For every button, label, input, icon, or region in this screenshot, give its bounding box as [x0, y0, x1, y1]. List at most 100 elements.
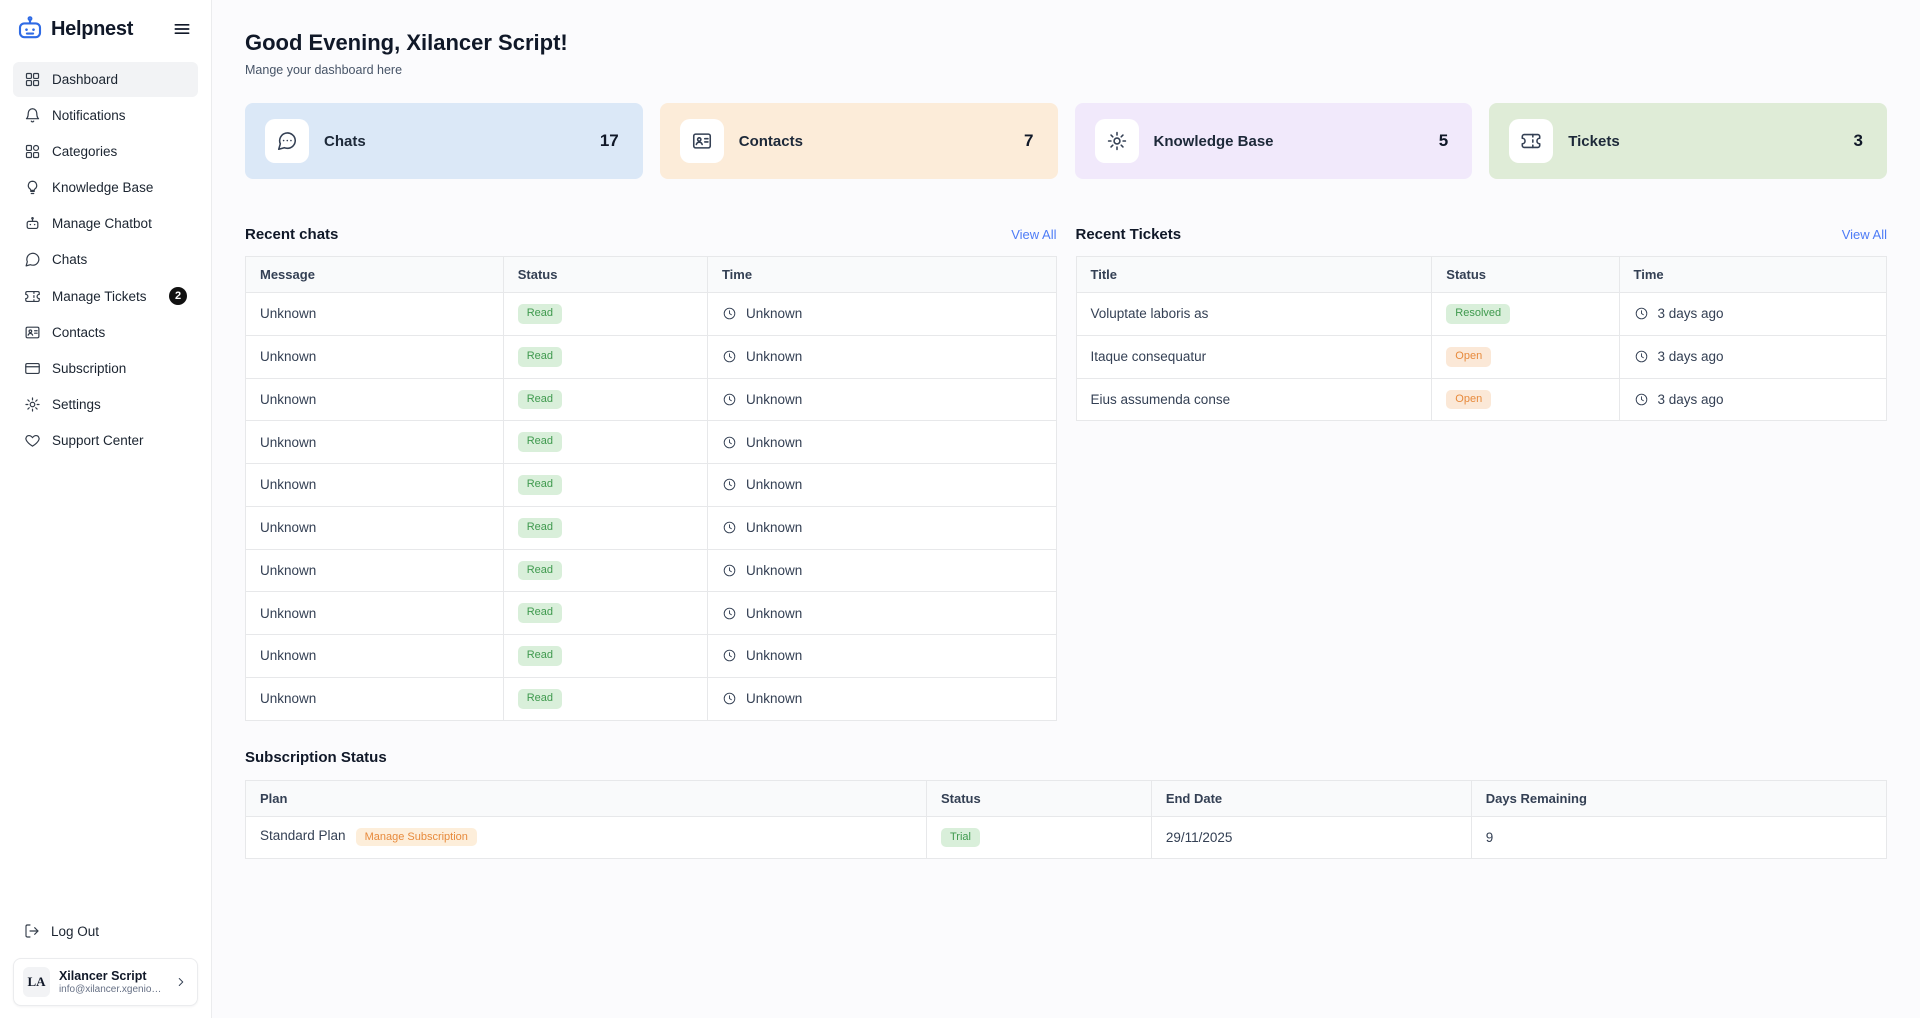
recent-chats-view-all-link[interactable]: View All — [1011, 227, 1056, 242]
chat-status-badge: Read — [517, 517, 563, 538]
chat-time: Unknown — [745, 434, 803, 450]
logo-text: Helpnest — [51, 17, 134, 40]
chat-row[interactable]: Unknown Read Unknown — [245, 463, 1057, 507]
chat-row[interactable]: Unknown Read Unknown — [245, 377, 1057, 422]
plan-status-badge: Trial — [941, 827, 980, 848]
sidebar-item-label: Knowledge Base — [52, 180, 154, 195]
clock-icon — [722, 563, 737, 578]
sidebar-item-label: Support Center — [52, 433, 144, 448]
clock-icon — [1634, 349, 1649, 364]
chat-time: Unknown — [745, 520, 803, 536]
clock-icon — [722, 349, 737, 364]
sidebar-item-chats[interactable]: Chats — [13, 242, 198, 277]
chat-row[interactable]: Unknown Read Unknown — [245, 591, 1057, 635]
sidebar-item-settings[interactable]: Settings — [13, 387, 198, 422]
chat-status-badge: Read — [517, 432, 563, 452]
sidebar-item-label: Subscription — [52, 361, 127, 376]
heart-support-icon — [24, 432, 41, 449]
plan-end-date: 29/11/2025 — [1150, 815, 1472, 860]
recent-tickets-view-all-link[interactable]: View All — [1842, 227, 1887, 242]
stat-card-knowledge-base[interactable]: Knowledge Base 5 — [1074, 103, 1473, 179]
ticket-row[interactable]: Voluptate laboris as Resolved 3 days ago — [1075, 292, 1888, 336]
ticket-row[interactable]: Eius assumenda conse Open 3 days ago — [1075, 377, 1888, 422]
ticket-status-badge: Open — [1446, 389, 1492, 410]
sidebar-item-label: Manage Chatbot — [52, 216, 152, 231]
lightbulb-icon — [24, 179, 41, 196]
sidebar-toggle-button[interactable] — [168, 15, 196, 43]
stat-card-value: 3 — [1853, 131, 1863, 150]
sidebar-item-label: Chats — [52, 252, 88, 267]
chat-row[interactable]: Unknown Read Unknown — [245, 548, 1057, 593]
id-card-icon — [679, 119, 724, 163]
sidebar-item-manage-chatbot[interactable]: Manage Chatbot — [13, 206, 198, 241]
stat-card-contacts[interactable]: Contacts 7 — [659, 103, 1058, 179]
logout-icon — [24, 923, 40, 939]
helpnest-robot-logo-icon — [15, 14, 45, 44]
recent-tickets-table: Title Status Time Voluptate laboris as R… — [1075, 256, 1888, 422]
sidebar-item-knowledge-base[interactable]: Knowledge Base — [13, 170, 198, 205]
chat-time: Unknown — [745, 605, 803, 621]
credit-card-icon — [24, 360, 41, 377]
chat-status-badge: Read — [517, 304, 563, 324]
chat-time: Unknown — [745, 691, 803, 707]
chat-status-badge: Read — [517, 646, 563, 666]
chat-message: Unknown — [245, 292, 504, 336]
chat-row[interactable]: Unknown Read Unknown — [245, 634, 1057, 678]
sidebar-item-label: Categories — [52, 144, 118, 159]
clock-icon — [722, 691, 737, 706]
stat-card-value: 17 — [599, 131, 619, 150]
logout-button[interactable]: Log Out — [13, 914, 198, 948]
sidebar-nav: Dashboard Notifications Categories Knowl… — [13, 62, 198, 458]
sidebar-item-notifications[interactable]: Notifications — [13, 98, 198, 133]
manage-subscription-link[interactable]: Manage Subscription — [355, 828, 477, 847]
ticket-time: 3 days ago — [1657, 391, 1724, 407]
chat-message: Unknown — [245, 377, 504, 422]
sidebar-item-support-center[interactable]: Support Center — [13, 423, 198, 458]
stat-card-value: 5 — [1438, 131, 1449, 150]
column-header-message: Message — [245, 256, 504, 293]
stat-card-label: Chats — [324, 132, 366, 150]
robot-icon — [24, 215, 41, 232]
ticket-icon — [1509, 119, 1554, 163]
user-meta: Xilancer Script info@xilancer.xgenious.c… — [59, 969, 165, 995]
stat-cards-row: Chats 17 Contacts 7 Knowledge Base 5 Tic… — [245, 103, 1887, 179]
column-header-days-remaining: Days Remaining — [1470, 779, 1888, 817]
user-email: info@xilancer.xgenious.com — [58, 984, 165, 995]
chat-row[interactable]: Unknown Read Unknown — [245, 505, 1057, 550]
stat-card-chats[interactable]: Chats 17 — [245, 103, 643, 179]
ticket-title: Voluptate laboris as — [1075, 292, 1433, 336]
clock-icon — [722, 648, 737, 663]
sidebar-item-manage-tickets[interactable]: Manage Tickets 2 — [13, 278, 198, 314]
stat-card-label: Tickets — [1568, 132, 1620, 150]
column-header-title: Title — [1075, 256, 1433, 293]
chat-row[interactable]: Unknown Read Unknown — [245, 676, 1057, 721]
column-header-status: Status — [1431, 256, 1620, 293]
sidebar-item-dashboard[interactable]: Dashboard — [13, 62, 198, 97]
ticket-row[interactable]: Itaque consequatur Open 3 days ago — [1075, 334, 1888, 379]
user-account-card[interactable]: LA Xilancer Script info@xilancer.xgeniou… — [13, 958, 198, 1006]
grid-icon — [24, 71, 41, 88]
id-card-icon — [24, 324, 41, 341]
chat-row[interactable]: Unknown Read Unknown — [245, 420, 1057, 464]
main-content: Good Evening, Xilancer Script! Mange you… — [212, 0, 1920, 1018]
subscription-row: Standard Plan Manage Subscription Trial 2… — [245, 815, 1888, 860]
chat-row[interactable]: Unknown Read Unknown — [245, 292, 1057, 336]
chat-row[interactable]: Unknown Read Unknown — [245, 334, 1057, 379]
logo[interactable]: Helpnest — [15, 14, 133, 44]
chat-message: Unknown — [245, 548, 504, 593]
sidebar-item-contacts[interactable]: Contacts — [13, 315, 198, 350]
subscription-status-section: Subscription Status Plan Status End Date… — [245, 749, 1888, 860]
user-name: Xilancer Script — [58, 969, 147, 983]
tables-row: Recent chats View All Message Status Tim… — [245, 226, 1888, 721]
column-header-plan: Plan — [245, 779, 927, 817]
sidebar-item-subscription[interactable]: Subscription — [13, 351, 198, 386]
logout-label: Log Out — [51, 923, 100, 939]
chat-message: Unknown — [245, 334, 504, 379]
chat-status-badge: Read — [517, 346, 563, 367]
stat-card-tickets[interactable]: Tickets 3 — [1489, 103, 1887, 179]
chat-status-badge: Read — [517, 560, 563, 581]
column-header-end-date: End Date — [1150, 779, 1472, 817]
ticket-status-badge: Open — [1446, 346, 1492, 367]
sidebar-item-categories[interactable]: Categories — [13, 134, 198, 169]
stat-card-label: Knowledge Base — [1153, 132, 1274, 150]
